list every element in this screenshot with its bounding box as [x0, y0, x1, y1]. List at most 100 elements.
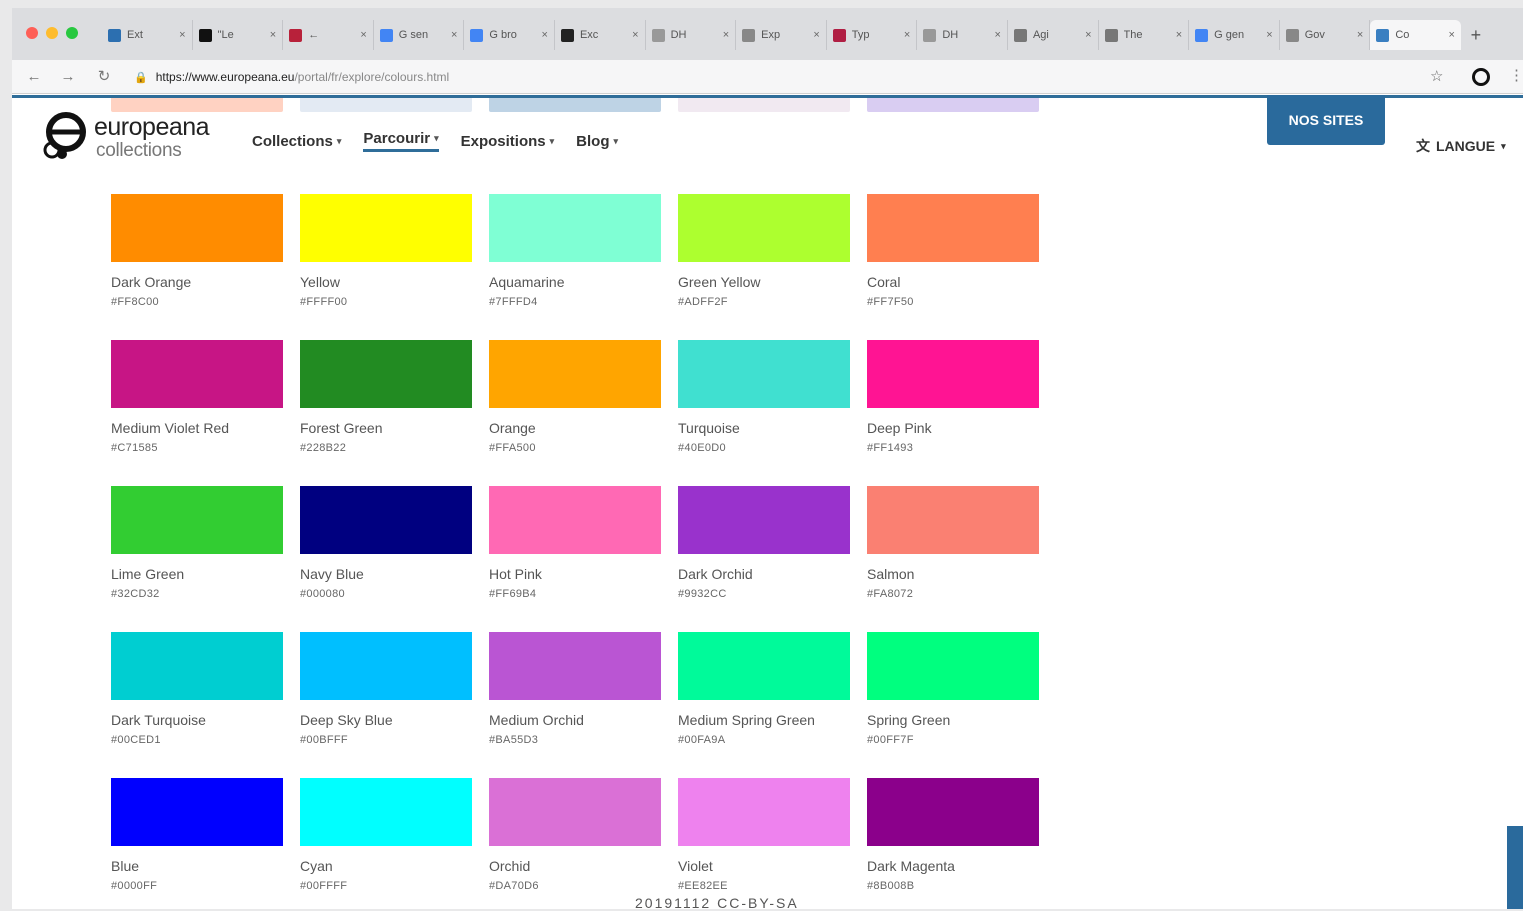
- close-tab-icon[interactable]: ×: [1266, 29, 1272, 41]
- bookmark-star-icon[interactable]: ☆: [1430, 67, 1443, 85]
- logo-wordmark[interactable]: europeana: [94, 113, 210, 142]
- colour-card[interactable]: Salmon #FA8072: [867, 486, 1039, 632]
- colour-swatch[interactable]: [678, 194, 850, 262]
- close-tab-icon[interactable]: ×: [451, 29, 457, 41]
- colour-swatch[interactable]: [678, 340, 850, 408]
- browser-tab[interactable]: Ext ×: [102, 20, 193, 50]
- colour-name[interactable]: Turquoise: [678, 420, 850, 436]
- colour-card[interactable]: Aquamarine #7FFFD4: [489, 194, 661, 340]
- nav-blog[interactable]: Blog ▾: [576, 130, 618, 152]
- nav-collections[interactable]: Collections ▾: [252, 130, 341, 152]
- colour-card[interactable]: Violet #EE82EE: [678, 778, 850, 909]
- browser-tab[interactable]: Co ×: [1370, 20, 1461, 50]
- colour-card[interactable]: Medium Orchid #BA55D3: [489, 632, 661, 778]
- close-tab-icon[interactable]: ×: [179, 29, 185, 41]
- nav-parcourir[interactable]: Parcourir ▾: [363, 130, 439, 152]
- browser-tab[interactable]: Typ ×: [827, 20, 918, 50]
- colour-card[interactable]: Dark Orchid #9932CC: [678, 486, 850, 632]
- colour-name[interactable]: Lime Green: [111, 566, 283, 582]
- close-tab-icon[interactable]: ×: [904, 29, 910, 41]
- close-tab-icon[interactable]: ×: [632, 29, 638, 41]
- new-tab-button[interactable]: +: [1461, 20, 1491, 50]
- colour-name[interactable]: Orange: [489, 420, 661, 436]
- colour-swatch[interactable]: [489, 486, 661, 554]
- colour-card[interactable]: Blue #0000FF: [111, 778, 283, 909]
- nav-expositions[interactable]: Expositions ▾: [461, 130, 555, 152]
- colour-name[interactable]: Orchid: [489, 858, 661, 874]
- reload-icon[interactable]: ↻: [94, 67, 114, 87]
- close-tab-icon[interactable]: ×: [1085, 29, 1091, 41]
- colour-swatch[interactable]: [111, 194, 283, 262]
- colour-name[interactable]: Forest Green: [300, 420, 472, 436]
- maximize-window-button[interactable]: [66, 27, 78, 39]
- colour-swatch[interactable]: [867, 194, 1039, 262]
- colour-card[interactable]: Navy Blue #000080: [300, 486, 472, 632]
- close-tab-icon[interactable]: ×: [1448, 29, 1454, 41]
- close-tab-icon[interactable]: ×: [542, 29, 548, 41]
- minimize-window-button[interactable]: [46, 27, 58, 39]
- browser-tab[interactable]: Agi ×: [1008, 20, 1099, 50]
- close-window-button[interactable]: [26, 27, 38, 39]
- colour-card[interactable]: Orange #FFA500: [489, 340, 661, 486]
- close-tab-icon[interactable]: ×: [1357, 29, 1363, 41]
- browser-tab[interactable]: G bro ×: [464, 20, 555, 50]
- colour-name[interactable]: Dark Magenta: [867, 858, 1039, 874]
- colour-swatch[interactable]: [489, 340, 661, 408]
- colour-swatch[interactable]: [111, 486, 283, 554]
- browser-tab[interactable]: Gov ×: [1280, 20, 1371, 50]
- colour-name[interactable]: Medium Orchid: [489, 712, 661, 728]
- colour-card[interactable]: Orchid #DA70D6: [489, 778, 661, 909]
- colour-name[interactable]: Yellow: [300, 274, 472, 290]
- language-menu[interactable]: 文 LANGUE ▾: [1416, 136, 1506, 156]
- colour-swatch[interactable]: [300, 340, 472, 408]
- browser-tab[interactable]: G gen ×: [1189, 20, 1280, 50]
- back-icon[interactable]: ←: [24, 67, 44, 87]
- colour-card[interactable]: Lime Green #32CD32: [111, 486, 283, 632]
- close-tab-icon[interactable]: ×: [360, 29, 366, 41]
- close-tab-icon[interactable]: ×: [1176, 29, 1182, 41]
- colour-card[interactable]: Dark Magenta #8B008B: [867, 778, 1039, 909]
- forward-icon[interactable]: →: [58, 67, 78, 87]
- colour-swatch[interactable]: [867, 778, 1039, 846]
- colour-swatch[interactable]: [678, 632, 850, 700]
- colour-swatch[interactable]: [111, 340, 283, 408]
- url-field[interactable]: 🔒 https://www.europeana.eu/portal/fr/exp…: [134, 65, 1424, 89]
- colour-card[interactable]: Hot Pink #FF69B4: [489, 486, 661, 632]
- colour-name[interactable]: Blue: [111, 858, 283, 874]
- colour-name[interactable]: Salmon: [867, 566, 1039, 582]
- colour-card[interactable]: Yellow #FFFF00: [300, 194, 472, 340]
- colour-card[interactable]: Spring Green #00FF7F: [867, 632, 1039, 778]
- colour-name[interactable]: Spring Green: [867, 712, 1039, 728]
- colour-swatch[interactable]: [489, 778, 661, 846]
- colour-swatch[interactable]: [300, 632, 472, 700]
- europeana-logo-icon[interactable]: [42, 110, 88, 160]
- browser-tab[interactable]: G sen ×: [374, 20, 465, 50]
- colour-name[interactable]: Deep Pink: [867, 420, 1039, 436]
- colour-swatch[interactable]: [867, 340, 1039, 408]
- colour-name[interactable]: Medium Spring Green: [678, 712, 850, 728]
- menu-icon[interactable]: ⋮: [1509, 66, 1523, 84]
- colour-name[interactable]: Aquamarine: [489, 274, 661, 290]
- close-tab-icon[interactable]: ×: [270, 29, 276, 41]
- colour-swatch[interactable]: [489, 632, 661, 700]
- browser-tab[interactable]: ← ×: [283, 20, 374, 50]
- close-tab-icon[interactable]: ×: [813, 29, 819, 41]
- browser-tab[interactable]: Exp ×: [736, 20, 827, 50]
- browser-tab[interactable]: DH ×: [646, 20, 737, 50]
- colour-card[interactable]: Dark Turquoise #00CED1: [111, 632, 283, 778]
- colour-card[interactable]: Green Yellow #ADFF2F: [678, 194, 850, 340]
- colour-card[interactable]: Forest Green #228B22: [300, 340, 472, 486]
- browser-tab[interactable]: "Le ×: [193, 20, 284, 50]
- close-tab-icon[interactable]: ×: [723, 29, 729, 41]
- nos-sites-button[interactable]: NOS SITES: [1267, 95, 1385, 145]
- colour-card[interactable]: Medium Violet Red #C71585: [111, 340, 283, 486]
- colour-name[interactable]: Violet: [678, 858, 850, 874]
- colour-swatch[interactable]: [300, 778, 472, 846]
- colour-card[interactable]: Dark Orange #FF8C00: [111, 194, 283, 340]
- colour-card[interactable]: Turquoise #40E0D0: [678, 340, 850, 486]
- close-tab-icon[interactable]: ×: [995, 29, 1001, 41]
- colour-swatch[interactable]: [489, 194, 661, 262]
- colour-name[interactable]: Coral: [867, 274, 1039, 290]
- colour-swatch[interactable]: [678, 778, 850, 846]
- colour-swatch[interactable]: [111, 632, 283, 700]
